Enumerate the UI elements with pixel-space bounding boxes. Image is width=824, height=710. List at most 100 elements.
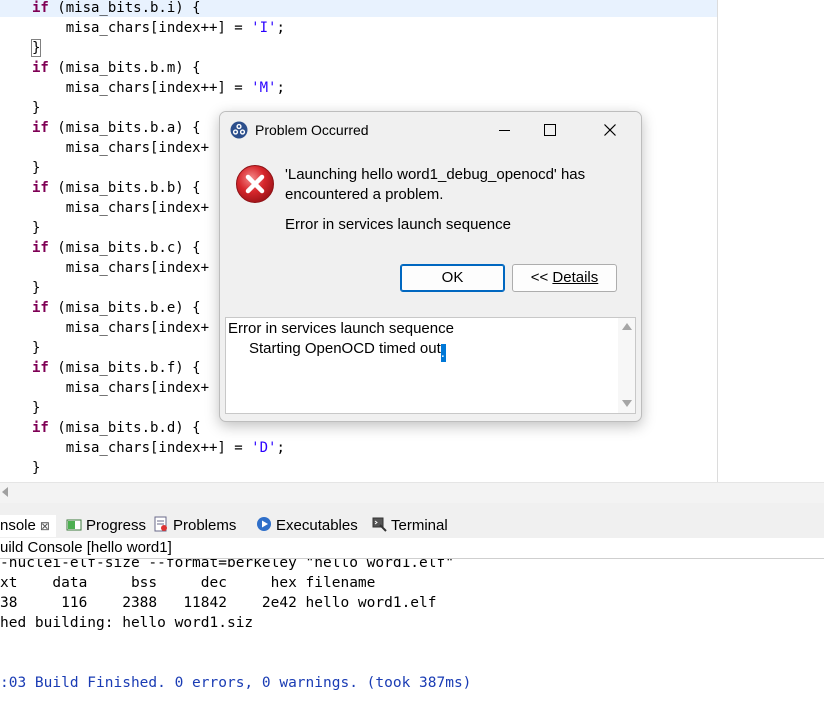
code-text: misa_chars[index+: [32, 200, 210, 216]
code-line: if (misa_bits.b.e) {: [32, 298, 201, 318]
code-line: }: [32, 158, 40, 178]
maximize-button[interactable]: [527, 112, 573, 148]
code-line: misa_chars[index++] = 'I';: [32, 18, 285, 38]
code-string: 'I': [251, 20, 277, 36]
code-text: (misa_bits.b.m) {: [48, 60, 201, 76]
code-keyword: if: [32, 180, 49, 196]
code-text: misa_chars[index++] =: [32, 20, 252, 36]
maximize-icon: [544, 124, 556, 136]
console-output[interactable]: -nuclei-elf-size --format=berkeley "hell…: [0, 559, 824, 710]
dialog-title: Problem Occurred: [255, 122, 369, 138]
code-text: ;: [276, 80, 285, 96]
code-keyword: if: [32, 240, 49, 256]
code-text: (misa_bits.b.f) {: [48, 360, 201, 376]
tab-console-label: nsole: [0, 517, 36, 534]
code-text: misa_chars[index++] =: [32, 80, 252, 96]
code-keyword: if: [32, 360, 49, 376]
code-line: }: [30, 38, 42, 58]
code-line: misa_chars[index+: [32, 378, 209, 398]
code-text: (misa_bits.b.e) {: [48, 300, 201, 316]
details-line-2-text: Starting OpenOCD timed out: [249, 340, 441, 357]
tab-executables-label: Executables: [276, 517, 358, 534]
console-line: xt data bss dec hex filename: [0, 575, 376, 591]
code-string: 'D': [251, 440, 277, 456]
dialog-titlebar[interactable]: Problem Occurred: [220, 112, 641, 148]
code-line: if (misa_bits.b.b) {: [32, 178, 201, 198]
scroll-up-icon[interactable]: [622, 323, 632, 330]
text-selection-caret: .: [440, 344, 446, 362]
close-icon[interactable]: ⊠: [40, 519, 50, 533]
close-icon: [604, 124, 616, 136]
minimize-button[interactable]: [481, 112, 527, 148]
tab-terminal-label: Terminal: [391, 517, 448, 534]
tab-console[interactable]: nsole ⊠: [0, 515, 56, 537]
minimize-icon: [498, 129, 510, 131]
terminal-icon: [371, 516, 387, 539]
code-line: misa_chars[index+: [32, 318, 209, 338]
eclipse-app-icon: [230, 121, 248, 139]
code-text: }: [32, 100, 41, 116]
console-line: :03 Build Finished. 0 errors, 0 warnings…: [0, 675, 472, 691]
tab-progress-label: Progress: [86, 517, 147, 534]
code-text: }: [32, 220, 41, 236]
details-button[interactable]: << Details: [512, 264, 617, 292]
console-line: 38 116 2388 11842 2e42 hello word1.elf: [0, 595, 437, 611]
scroll-left-icon[interactable]: [2, 487, 8, 497]
tab-problems-label: Problems: [173, 517, 237, 534]
code-text: (misa_bits.b.c) {: [48, 240, 201, 256]
tab-executables[interactable]: Executables: [256, 515, 358, 537]
code-line: if (misa_bits.b.m) {: [32, 58, 201, 78]
code-line: misa_chars[index+: [32, 258, 209, 278]
code-keyword: if: [32, 300, 49, 316]
code-text: misa_chars[index+: [32, 140, 210, 156]
scroll-down-icon[interactable]: [622, 400, 632, 407]
code-text: (misa_bits.b.b) {: [48, 180, 201, 196]
error-message: 'Launching hello word1_debug_openocd' ha…: [285, 166, 586, 203]
code-keyword: if: [32, 120, 49, 136]
details-label: Details: [552, 269, 599, 286]
console-line: -nuclei-elf-size --format=berkeley "hell…: [0, 559, 454, 571]
problem-occurred-dialog: Problem Occurred 'Launching hello word1_…: [219, 111, 642, 422]
code-line: }: [32, 458, 40, 478]
code-line: }: [32, 338, 40, 358]
code-text: }: [32, 160, 41, 176]
code-text: (misa_bits.b.a) {: [48, 120, 201, 136]
code-line: misa_chars[index+: [32, 198, 209, 218]
tab-problems[interactable]: Problems: [153, 515, 236, 537]
code-line: if (misa_bits.b.f) {: [32, 358, 201, 378]
code-line: misa_chars[index+: [32, 138, 209, 158]
matching-brace: }: [30, 39, 42, 57]
code-string: 'M': [251, 80, 277, 96]
code-text: }: [32, 280, 41, 296]
code-text: misa_chars[index+: [32, 320, 210, 336]
code-text: (misa_bits.b.d) {: [48, 420, 201, 436]
code-line: misa_chars[index++] = 'D';: [32, 438, 285, 458]
code-text: misa_chars[index++] =: [32, 440, 252, 456]
code-text: misa_chars[index+: [32, 260, 210, 276]
view-tab-bar: nsole ⊠ Progress Problems Executables Ter…: [0, 512, 824, 538]
tab-terminal[interactable]: Terminal: [371, 515, 448, 537]
ok-button[interactable]: OK: [400, 264, 505, 292]
tab-progress[interactable]: Progress: [66, 515, 146, 537]
details-line-2: Starting OpenOCD timed out.: [249, 340, 446, 362]
code-line: }: [32, 218, 40, 238]
details-vertical-scrollbar[interactable]: [618, 318, 635, 413]
code-keyword: if: [32, 420, 49, 436]
code-text: (misa_bits.b.i) {: [48, 0, 201, 16]
console-title: uild Console [hello word1]: [0, 538, 824, 559]
code-keyword: if: [32, 60, 49, 76]
code-line: if (misa_bits.b.d) {: [32, 418, 201, 438]
code-keyword: if: [32, 0, 49, 16]
console-line: hed building: hello word1.siz: [0, 615, 254, 631]
code-line: misa_chars[index++] = 'M';: [32, 78, 285, 98]
code-text: }: [32, 460, 41, 476]
code-text: ;: [276, 20, 285, 36]
editor-horizontal-scrollbar[interactable]: [0, 482, 824, 503]
code-line: if (misa_bits.b.a) {: [32, 118, 201, 138]
details-text-area[interactable]: Error in services launch sequence Starti…: [225, 317, 636, 414]
details-prefix: <<: [530, 269, 553, 286]
code-text: ;: [276, 440, 285, 456]
details-line-1: Error in services launch sequence: [228, 320, 454, 337]
code-text: }: [32, 400, 41, 416]
close-button[interactable]: [587, 112, 633, 148]
